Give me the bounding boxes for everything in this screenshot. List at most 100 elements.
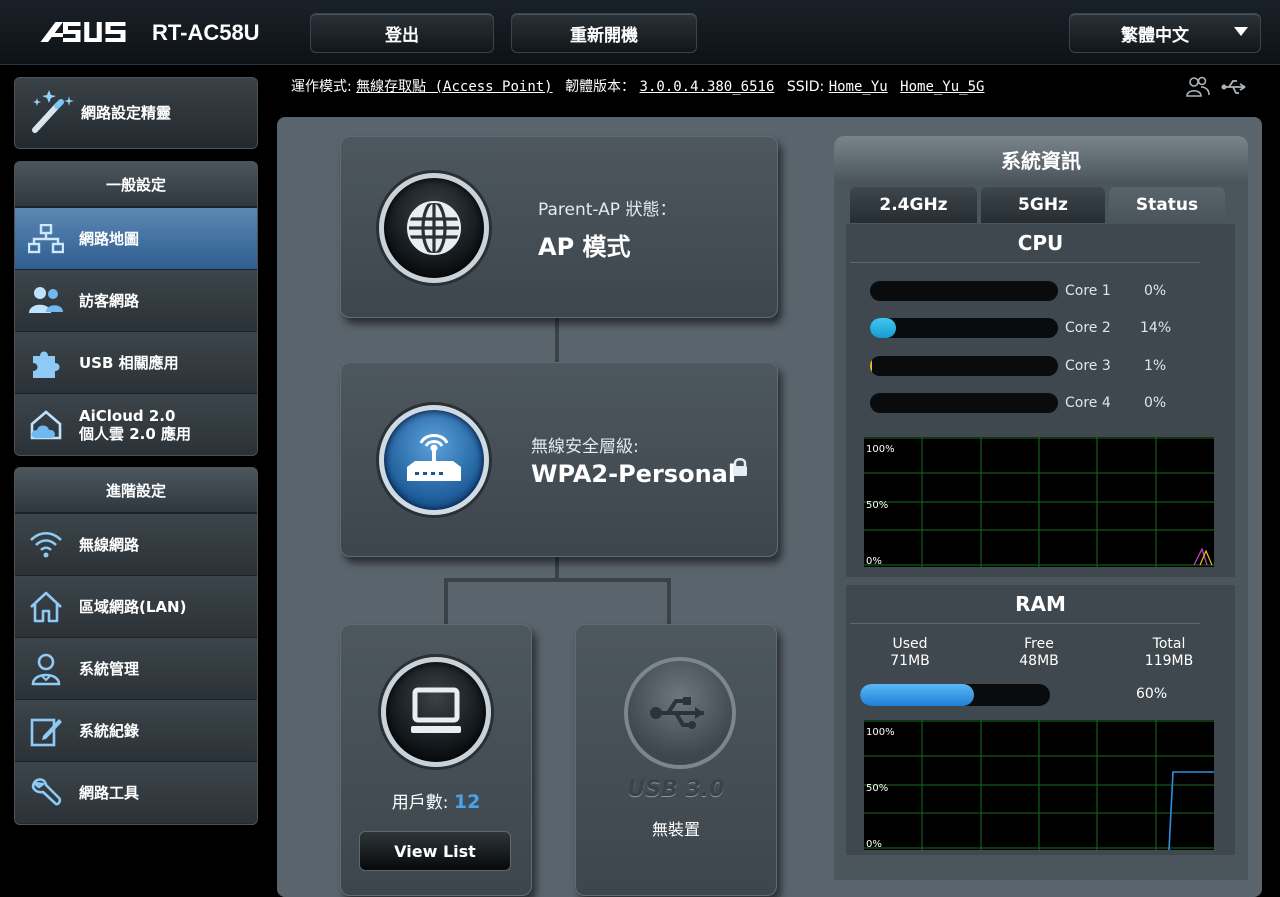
users-icon[interactable] [1186, 76, 1210, 98]
ram-title: RAM [1015, 592, 1066, 616]
ram-usage-graph: 100% 50% 0% [864, 720, 1214, 850]
router-model: RT-AC58U [152, 20, 260, 45]
ram-used-value: 71MB [890, 653, 930, 669]
connector-line [444, 578, 671, 582]
magic-wand-icon [32, 90, 74, 133]
sidebar-item-aicloud[interactable]: AiCloud 2.0 個人雲 2.0 應用 [15, 393, 257, 455]
core-4-label: Core 4 [1065, 395, 1111, 411]
ram-total-label: Total [1152, 636, 1186, 652]
language-select[interactable]: 繁體中文 [1069, 13, 1261, 53]
admin-user-icon [27, 650, 65, 688]
ram-trace [1168, 771, 1214, 850]
ram-used-label: Used [892, 636, 928, 652]
brand-logo [38, 18, 131, 52]
sidebar-item-wireless[interactable]: 無線網路 [15, 513, 257, 575]
setup-wizard-button[interactable]: 網路設定精靈 [14, 77, 258, 149]
sidebar-item-label: 訪客網路 [79, 291, 140, 310]
core-3-label: Core 3 [1065, 358, 1111, 374]
reboot-button[interactable]: 重新開機 [511, 13, 697, 53]
core-2-label: Core 2 [1065, 320, 1111, 336]
parent-ap-label: Parent-AP 狀態： [538, 200, 677, 220]
core-1-percent: 0% [1144, 283, 1167, 299]
usb-device-button[interactable] [624, 657, 736, 769]
ssid-label: SSID: [786, 79, 825, 95]
sidebar-item-lan[interactable]: 區域網路(LAN) [15, 575, 257, 637]
globe-icon [407, 200, 461, 256]
tab-5ghz[interactable]: 5GHz [981, 187, 1105, 223]
advanced-settings-group: 進階設定 無線網路 區域網路(LAN) 系統管理 系統紀錄 網路工具 [14, 467, 258, 825]
clients-count: 12 [453, 791, 481, 813]
sidebar-item-network-map[interactable]: 網路地圖 [15, 207, 257, 269]
firmware-label: 韌體版本： [565, 79, 636, 95]
firmware-link[interactable]: 3.0.0.4.380_6516 [640, 79, 775, 95]
ram-usage-bar [860, 684, 1050, 706]
sidebar-item-label: 系統紀錄 [79, 721, 140, 740]
cloud-home-icon [27, 406, 65, 444]
core-2-fill [870, 318, 897, 338]
general-settings-group: 一般設定 網路地圖 訪客網路 USB 相關應用 AiCloud 2.0 個人雲 2… [14, 161, 258, 456]
sidebar-item-guest-network[interactable]: 訪客網路 [15, 269, 257, 331]
divider [850, 623, 1200, 624]
graph-label-50: 50% [866, 783, 888, 794]
cpu-title: CPU [1017, 231, 1064, 255]
computer-icon [411, 687, 461, 733]
graph-label-0: 0% [866, 839, 882, 850]
lock-icon [733, 458, 747, 476]
parent-ap-card: Parent-AP 狀態： AP 模式 [340, 136, 778, 318]
connector-line [667, 578, 671, 624]
security-value: WPA2-Personal [531, 460, 737, 488]
mode-label: 運作模式: [291, 79, 352, 95]
system-info-title: 系統資訊 [834, 136, 1248, 182]
ram-usage-fill [860, 684, 974, 706]
sidebar-item-usb-application[interactable]: USB 相關應用 [15, 331, 257, 393]
wifi-icon [27, 526, 65, 564]
tab-status[interactable]: Status [1109, 187, 1225, 223]
clients-card: 用戶數: 12 View List [340, 624, 532, 896]
chevron-down-icon [1234, 27, 1248, 36]
sidebar-item-label: 無線網路 [79, 535, 140, 554]
ram-percent: 60% [1136, 686, 1168, 702]
mode-link[interactable]: 無線存取點 (Access Point) [356, 79, 552, 95]
router-button[interactable] [379, 405, 489, 515]
sidebar-item-administration[interactable]: 系統管理 [15, 637, 257, 699]
view-list-button[interactable]: View List [359, 831, 511, 871]
aicloud-label-line2: 個人雲 2.0 應用 [79, 424, 192, 443]
general-settings-header: 一般設定 [15, 162, 257, 207]
security-label: 無線安全層級: [531, 437, 639, 457]
divider [850, 262, 1200, 263]
core-1-bar [870, 281, 1058, 301]
language-value: 繁體中文 [1121, 25, 1189, 46]
sidebar-item-label: AiCloud 2.0 個人雲 2.0 應用 [79, 407, 191, 443]
graph-label-0: 0% [866, 556, 882, 567]
core-4-bar [870, 393, 1058, 413]
router-card: 無線安全層級: WPA2-Personal [340, 362, 778, 557]
guest-users-icon [27, 282, 65, 320]
clients-count-row: 用戶數: 12 [341, 788, 531, 813]
core-4-percent: 0% [1144, 395, 1167, 411]
ssid-link-1[interactable]: Home_Yu [829, 79, 888, 95]
ram-total-value: 119MB [1144, 653, 1194, 669]
core-3-bar [870, 356, 1058, 376]
usb-status-icon[interactable] [1221, 76, 1249, 98]
core-3-percent: 1% [1144, 358, 1167, 374]
tab-2-4ghz[interactable]: 2.4GHz [850, 187, 977, 223]
core-2-bar [870, 318, 1058, 338]
logout-button[interactable]: 登出 [310, 13, 494, 53]
core-2-percent: 14% [1140, 320, 1172, 336]
clients-label: 用戶數: [391, 793, 449, 813]
wrench-icon [27, 774, 65, 812]
ssid-link-2[interactable]: Home_Yu_5G [900, 79, 984, 95]
graph-label-100: 100% [866, 727, 895, 738]
connector-line [444, 578, 448, 624]
parent-ap-value: AP 模式 [538, 233, 631, 261]
aicloud-label-line1: AiCloud 2.0 [79, 406, 176, 425]
setup-wizard-label: 網路設定精靈 [81, 104, 172, 122]
sidebar-item-network-tools[interactable]: 網路工具 [15, 761, 257, 823]
status-icons [1186, 76, 1249, 102]
clients-button[interactable] [381, 657, 491, 767]
internet-globe-button[interactable] [379, 173, 489, 283]
core-1-label: Core 1 [1065, 283, 1111, 299]
connector-line [555, 555, 559, 580]
advanced-settings-header: 進階設定 [15, 468, 257, 513]
sidebar-item-system-log[interactable]: 系統紀錄 [15, 699, 257, 761]
